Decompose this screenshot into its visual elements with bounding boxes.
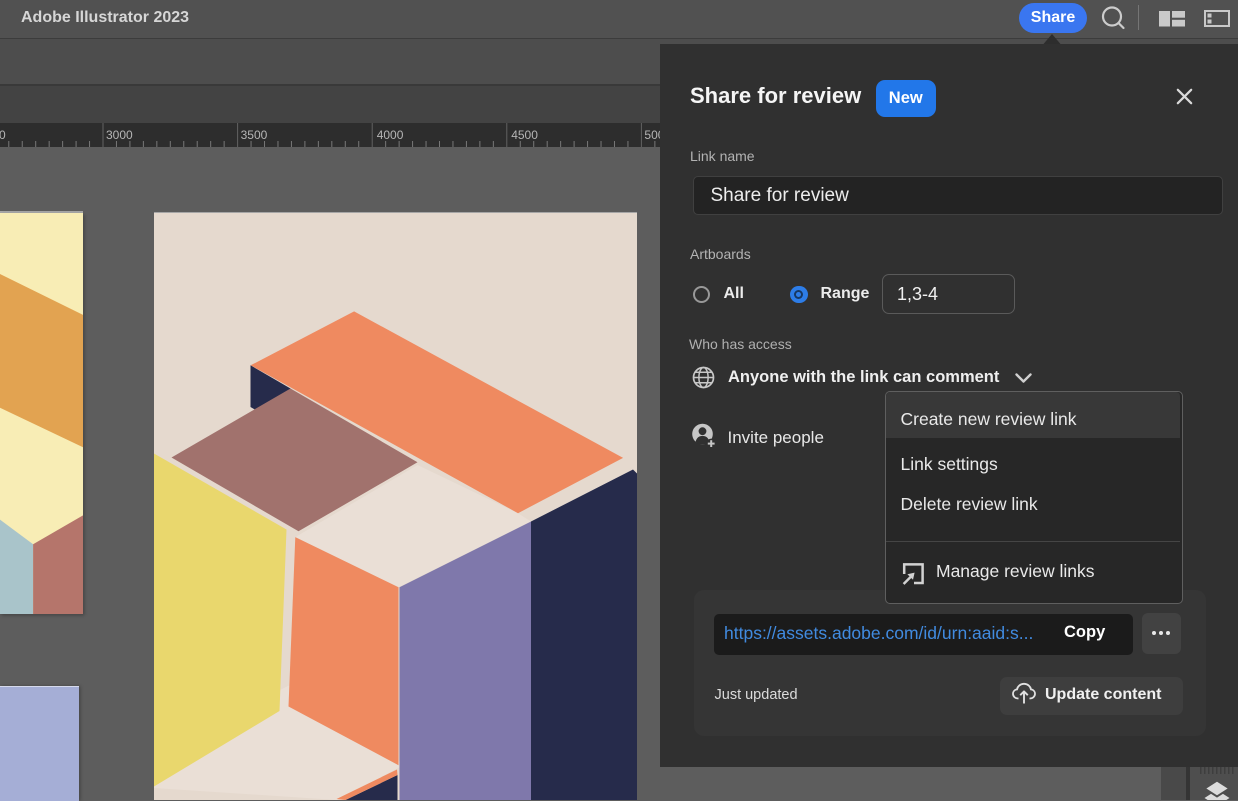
svg-text:4500: 4500 xyxy=(511,128,538,142)
svg-text:3500: 3500 xyxy=(241,128,268,142)
svg-text:3000: 3000 xyxy=(106,128,133,142)
svg-text:4000: 4000 xyxy=(377,128,404,142)
svg-text:2500: 2500 xyxy=(0,128,6,142)
